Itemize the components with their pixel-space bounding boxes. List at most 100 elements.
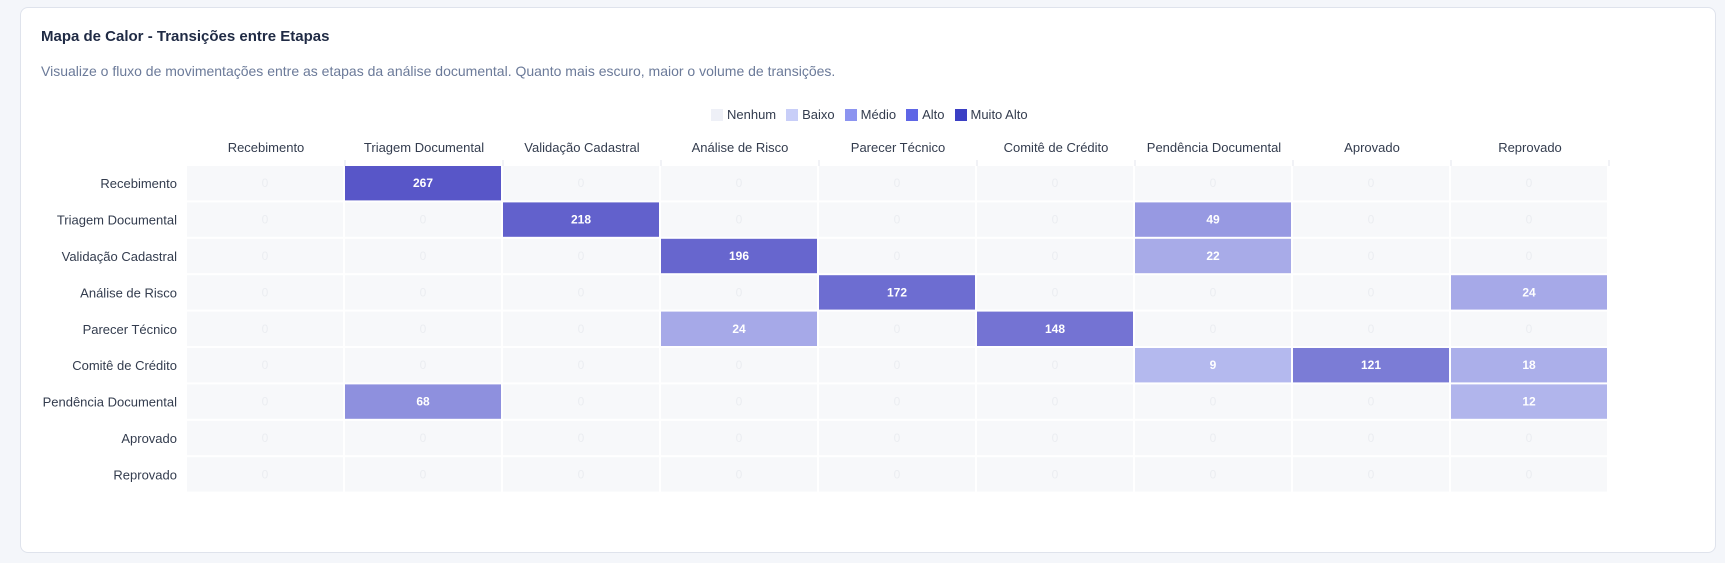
- heatmap-cell-value: 0: [1526, 213, 1533, 227]
- heatmap-cell-value: 0: [1526, 176, 1533, 190]
- col-header-reprovado: Reprovado: [1498, 140, 1562, 155]
- heatmap-cell-value: 0: [894, 395, 901, 409]
- heatmap-cell-value: 0: [1210, 285, 1217, 299]
- heatmap-cell-value: 0: [1526, 467, 1533, 481]
- heatmap-cell-value: 0: [894, 358, 901, 372]
- heatmap-cell-value: 0: [262, 285, 269, 299]
- heatmap-cell-value: 0: [894, 213, 901, 227]
- heatmap-cell-value: 172: [887, 285, 907, 299]
- heatmap-cell-value: 0: [1368, 322, 1375, 336]
- heatmap-cell-value: 0: [262, 358, 269, 372]
- heatmap-cell-value: 0: [1052, 213, 1059, 227]
- col-header-pendencia-documental: Pendência Documental: [1147, 140, 1282, 155]
- heatmap-cell-value: 0: [578, 395, 585, 409]
- heatmap-cell-value: 0: [420, 358, 427, 372]
- heatmap-cell-value: 0: [1210, 176, 1217, 190]
- heatmap-chart: Recebimento Triagem Documental Validação C…: [43, 140, 1610, 492]
- heatmap-cell-value: 218: [571, 213, 591, 227]
- heatmap-cell-value: 0: [1210, 431, 1217, 445]
- heatmap-cell-value: 0: [578, 431, 585, 445]
- heatmap-cell-value: 0: [1368, 213, 1375, 227]
- heatmap-cell-value: 0: [420, 285, 427, 299]
- heatmap-cell-value: 18: [1522, 358, 1536, 372]
- heatmap-cell-value: 0: [1210, 467, 1217, 481]
- heatmap-cell-value: 0: [736, 176, 743, 190]
- heatmap-cell-value: 148: [1045, 322, 1065, 336]
- heatmap-cell-value: 0: [578, 285, 585, 299]
- heatmap-cell-value: 0: [578, 322, 585, 336]
- heatmap-cell-value: 0: [894, 176, 901, 190]
- heatmap-cell-value: 0: [578, 467, 585, 481]
- heatmap-cell-value: 0: [1052, 358, 1059, 372]
- heatmap-cell-value: 0: [1368, 395, 1375, 409]
- heatmap-cell-value: 0: [262, 322, 269, 336]
- heatmap-cell-value: 0: [1368, 285, 1375, 299]
- heatmap-cell-value: 24: [1522, 285, 1536, 299]
- row-header-analise-de-risco: Análise de Risco: [80, 285, 177, 300]
- row-header-triagem-documental: Triagem Documental: [57, 213, 177, 228]
- col-header-recebimento: Recebimento: [228, 140, 305, 155]
- heatmap-cell-value: 0: [736, 395, 743, 409]
- heatmap-cell-value: 0: [1052, 395, 1059, 409]
- heatmap-cell-value: 0: [578, 249, 585, 263]
- col-header-analise-de-risco: Análise de Risco: [692, 140, 789, 155]
- heatmap-cell-value: 0: [420, 322, 427, 336]
- heatmap-cell-value: 0: [894, 249, 901, 263]
- heatmap-cell-value: 0: [1210, 322, 1217, 336]
- heatmap-cell-value: 49: [1206, 213, 1220, 227]
- heatmap-cell-value: 9: [1210, 358, 1217, 372]
- heatmap-cell-value: 0: [262, 467, 269, 481]
- heatmap-cell-value: 22: [1206, 249, 1220, 263]
- row-header-recebimento: Recebimento: [100, 176, 177, 191]
- row-header-aprovado: Aprovado: [121, 431, 177, 446]
- heatmap-cell-value: 0: [736, 213, 743, 227]
- heatmap-cell-value: 0: [894, 431, 901, 445]
- heatmap-cell-value: 0: [578, 358, 585, 372]
- heatmap-cell-value: 0: [1526, 322, 1533, 336]
- col-header-comite-de-credito: Comitê de Crédito: [1004, 140, 1109, 155]
- heatmap-cell-value: 0: [1368, 467, 1375, 481]
- col-header-aprovado: Aprovado: [1344, 140, 1400, 155]
- heatmap-cell-value: 0: [894, 467, 901, 481]
- heatmap-cell-value: 0: [1368, 249, 1375, 263]
- heatmap-cell-value: 0: [1052, 285, 1059, 299]
- heatmap-cell-value: 0: [262, 395, 269, 409]
- heatmap-cell-value: 0: [420, 467, 427, 481]
- heatmap-cell-value: 0: [736, 467, 743, 481]
- heatmap-cell-value: 24: [732, 322, 746, 336]
- heatmap-cell-value: 0: [736, 285, 743, 299]
- row-header-pendencia-documental: Pendência Documental: [43, 395, 178, 410]
- col-header-triagem-documental: Triagem Documental: [364, 140, 484, 155]
- heatmap-cell-value: 0: [262, 213, 269, 227]
- heatmap-cell-value: 0: [578, 176, 585, 190]
- heatmap-cell-value: 0: [736, 358, 743, 372]
- row-header-reprovado: Reprovado: [113, 467, 177, 482]
- heatmap-cell-value: 0: [736, 431, 743, 445]
- row-header-comite-de-credito: Comitê de Crédito: [72, 358, 177, 373]
- heatmap-cell-value: 12: [1522, 395, 1536, 409]
- heatmap-cell-value: 0: [1052, 431, 1059, 445]
- heatmap-cell-value: 0: [1210, 395, 1217, 409]
- heatmap-cell-value: 0: [894, 322, 901, 336]
- heatmap-cell-value: 68: [416, 395, 430, 409]
- heatmap-cell-value: 0: [262, 431, 269, 445]
- heatmap-cell-value: 0: [1526, 431, 1533, 445]
- heatmap-cell-value: 0: [1052, 176, 1059, 190]
- heatmap-cell-value: 0: [262, 176, 269, 190]
- col-header-parecer-tecnico: Parecer Técnico: [851, 140, 945, 155]
- row-header-parecer-tecnico: Parecer Técnico: [83, 322, 177, 337]
- heatmap-cell-value: 0: [1368, 176, 1375, 190]
- heatmap-cell-value: 121: [1361, 358, 1381, 372]
- heatmap-cell-value: 0: [262, 249, 269, 263]
- heatmap-cell-value: 267: [413, 176, 433, 190]
- heatmap-cell-value: 0: [420, 213, 427, 227]
- row-header-validacao-cadastral: Validação Cadastral: [62, 249, 177, 264]
- heatmap-cell-value: 196: [729, 249, 749, 263]
- col-header-validacao-cadastral: Validação Cadastral: [524, 140, 639, 155]
- heatmap-cell-value: 0: [420, 431, 427, 445]
- heatmap-cell-value: 0: [1368, 431, 1375, 445]
- heatmap-cell-value: 0: [1052, 467, 1059, 481]
- heatmap-cell-value: 0: [420, 249, 427, 263]
- heatmap-cell-value: 0: [1052, 249, 1059, 263]
- heatmap-cell-value: 0: [1526, 249, 1533, 263]
